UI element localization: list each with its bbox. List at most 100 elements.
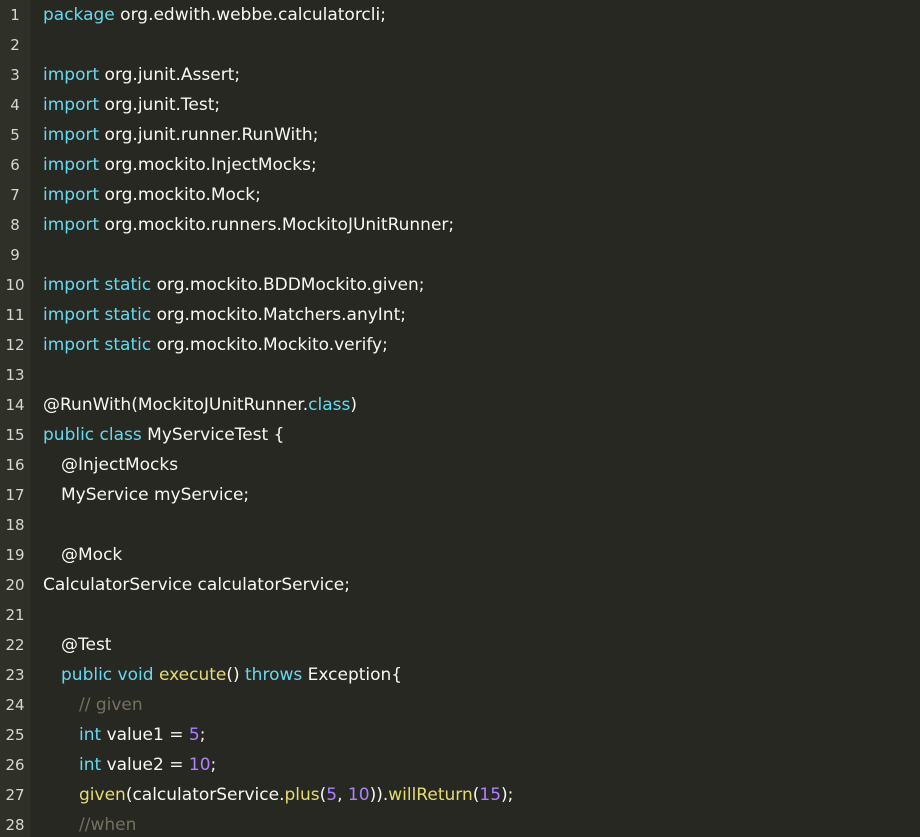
- code-token: org.mockito.runners.MockitoJUnitRunner;: [99, 215, 455, 235]
- code-line[interactable]: package org.edwith.webbe.calculatorcli;: [43, 0, 920, 30]
- code-line[interactable]: int value1 = 5;: [43, 720, 920, 750]
- code-line[interactable]: import org.junit.Assert;: [43, 60, 920, 90]
- code-token: given: [79, 785, 126, 805]
- code-token: org.mockito.Mock;: [99, 185, 261, 205]
- line-number: 21: [5, 606, 25, 624]
- line-number: 12: [5, 336, 25, 354]
- code-token: 10: [347, 785, 370, 805]
- code-token: ;: [210, 755, 217, 775]
- line-number-gutter: 1 2 3 4 5 6 7 8 9 10 11 12 13 14 15 16 17 18 19 20 21 22 23 24 2…: [0, 0, 31, 837]
- line-number: 26: [5, 756, 25, 774]
- code-token: org.junit.Assert;: [99, 65, 241, 85]
- code-line[interactable]: // given: [43, 690, 920, 720]
- code-token: org.junit.runner.RunWith;: [99, 125, 319, 145]
- line-number: 6: [10, 156, 20, 174]
- code-token: import: [43, 95, 100, 115]
- code-token: 10: [188, 755, 211, 775]
- code-line[interactable]: MyService myService;: [43, 480, 920, 510]
- line-number: 19: [5, 546, 25, 564]
- code-line[interactable]: @RunWith(MockitoJUnitRunner.class): [43, 390, 920, 420]
- code-token: @RunWith(MockitoJUnitRunner.: [43, 395, 309, 415]
- code-line[interactable]: [43, 360, 920, 390]
- code-token: org.mockito.InjectMocks;: [99, 155, 317, 175]
- code-line[interactable]: public class MyServiceTest {: [43, 420, 920, 450]
- line-number: 5: [10, 126, 20, 144]
- code-token: org.mockito.Matchers.anyInt;: [151, 305, 406, 325]
- line-number: 7: [10, 186, 20, 204]
- code-token: 15: [479, 785, 502, 805]
- line-number: 9: [10, 246, 20, 264]
- line-number: 22: [5, 636, 25, 654]
- line-number: 25: [5, 726, 25, 744]
- code-token: value2 =: [101, 755, 189, 775]
- code-token: import: [43, 185, 100, 205]
- code-line[interactable]: import org.mockito.runners.MockitoJUnitR…: [43, 210, 920, 240]
- code-token: @Mock: [61, 545, 123, 565]
- code-line[interactable]: @Mock: [43, 540, 920, 570]
- code-token: (calculatorService.: [125, 785, 285, 805]
- line-number: 23: [5, 666, 25, 684]
- code-token: 5: [326, 785, 338, 805]
- line-number: 13: [5, 366, 25, 384]
- code-token: 5: [188, 725, 200, 745]
- code-token: ): [350, 395, 358, 415]
- code-line[interactable]: @InjectMocks: [43, 450, 920, 480]
- code-token: MyServiceTest {: [141, 425, 285, 445]
- code-token: (): [226, 665, 246, 685]
- code-line[interactable]: import static org.mockito.BDDMockito.giv…: [43, 270, 920, 300]
- line-number: 17: [5, 486, 25, 504]
- code-token: );: [501, 785, 514, 805]
- code-line[interactable]: @Test: [43, 630, 920, 660]
- code-token: org.junit.Test;: [99, 95, 221, 115]
- line-number: 14: [5, 396, 25, 414]
- line-number: 16: [5, 456, 25, 474]
- code-token: import: [43, 155, 100, 175]
- code-line[interactable]: import org.mockito.InjectMocks;: [43, 150, 920, 180]
- code-token: org.mockito.Mockito.verify;: [151, 335, 388, 355]
- code-token: throws: [245, 665, 303, 685]
- code-token: import static: [43, 275, 152, 295]
- line-number: 28: [5, 816, 25, 834]
- code-token: MyService myService;: [61, 485, 250, 505]
- code-token: import static: [43, 335, 152, 355]
- code-line[interactable]: import static org.mockito.Matchers.anyIn…: [43, 300, 920, 330]
- code-line[interactable]: import org.junit.runner.RunWith;: [43, 120, 920, 150]
- code-token: public class: [43, 425, 142, 445]
- code-token: int: [79, 725, 102, 745]
- line-number: 24: [5, 696, 25, 714]
- code-token: ;: [199, 725, 206, 745]
- code-line[interactable]: import org.junit.Test;: [43, 90, 920, 120]
- code-line[interactable]: public void execute() throws Exception{: [43, 660, 920, 690]
- code-line[interactable]: import org.mockito.Mock;: [43, 180, 920, 210]
- code-line[interactable]: [43, 240, 920, 270]
- line-number: 8: [10, 216, 20, 234]
- code-line[interactable]: [43, 510, 920, 540]
- code-line[interactable]: [43, 30, 920, 60]
- line-number: 2: [10, 36, 20, 54]
- code-token: execute: [158, 665, 227, 685]
- code-token: @InjectMocks: [61, 455, 179, 475]
- code-line[interactable]: //when: [43, 810, 920, 837]
- code-line[interactable]: given(calculatorService.plus(5, 10)).wil…: [43, 780, 920, 810]
- code-token: public void: [61, 665, 154, 685]
- code-token: Exception{: [302, 665, 403, 685]
- line-number: 4: [10, 96, 20, 114]
- code-line[interactable]: CalculatorService calculatorService;: [43, 570, 920, 600]
- code-line[interactable]: import static org.mockito.Mockito.verify…: [43, 330, 920, 360]
- code-area[interactable]: package org.edwith.webbe.calculatorcli; i…: [31, 0, 920, 837]
- code-token: int: [79, 755, 102, 775]
- line-number: 3: [10, 66, 20, 84]
- code-token: CalculatorService calculatorService;: [43, 575, 350, 595]
- line-number: 15: [5, 426, 25, 444]
- code-editor[interactable]: 1 2 3 4 5 6 7 8 9 10 11 12 13 14 15 16 17 18 19 20 21 22 23 24 2…: [0, 0, 920, 837]
- code-token: org.edwith.webbe.calculatorcli;: [114, 5, 386, 25]
- code-token: import: [43, 125, 100, 145]
- line-number: 27: [5, 786, 25, 804]
- code-token: //when: [79, 815, 137, 835]
- code-token: ,: [337, 785, 348, 805]
- line-number: 18: [5, 516, 25, 534]
- code-line[interactable]: int value2 = 10;: [43, 750, 920, 780]
- code-token: package: [43, 5, 115, 25]
- code-line[interactable]: [43, 600, 920, 630]
- line-number: 11: [5, 306, 25, 324]
